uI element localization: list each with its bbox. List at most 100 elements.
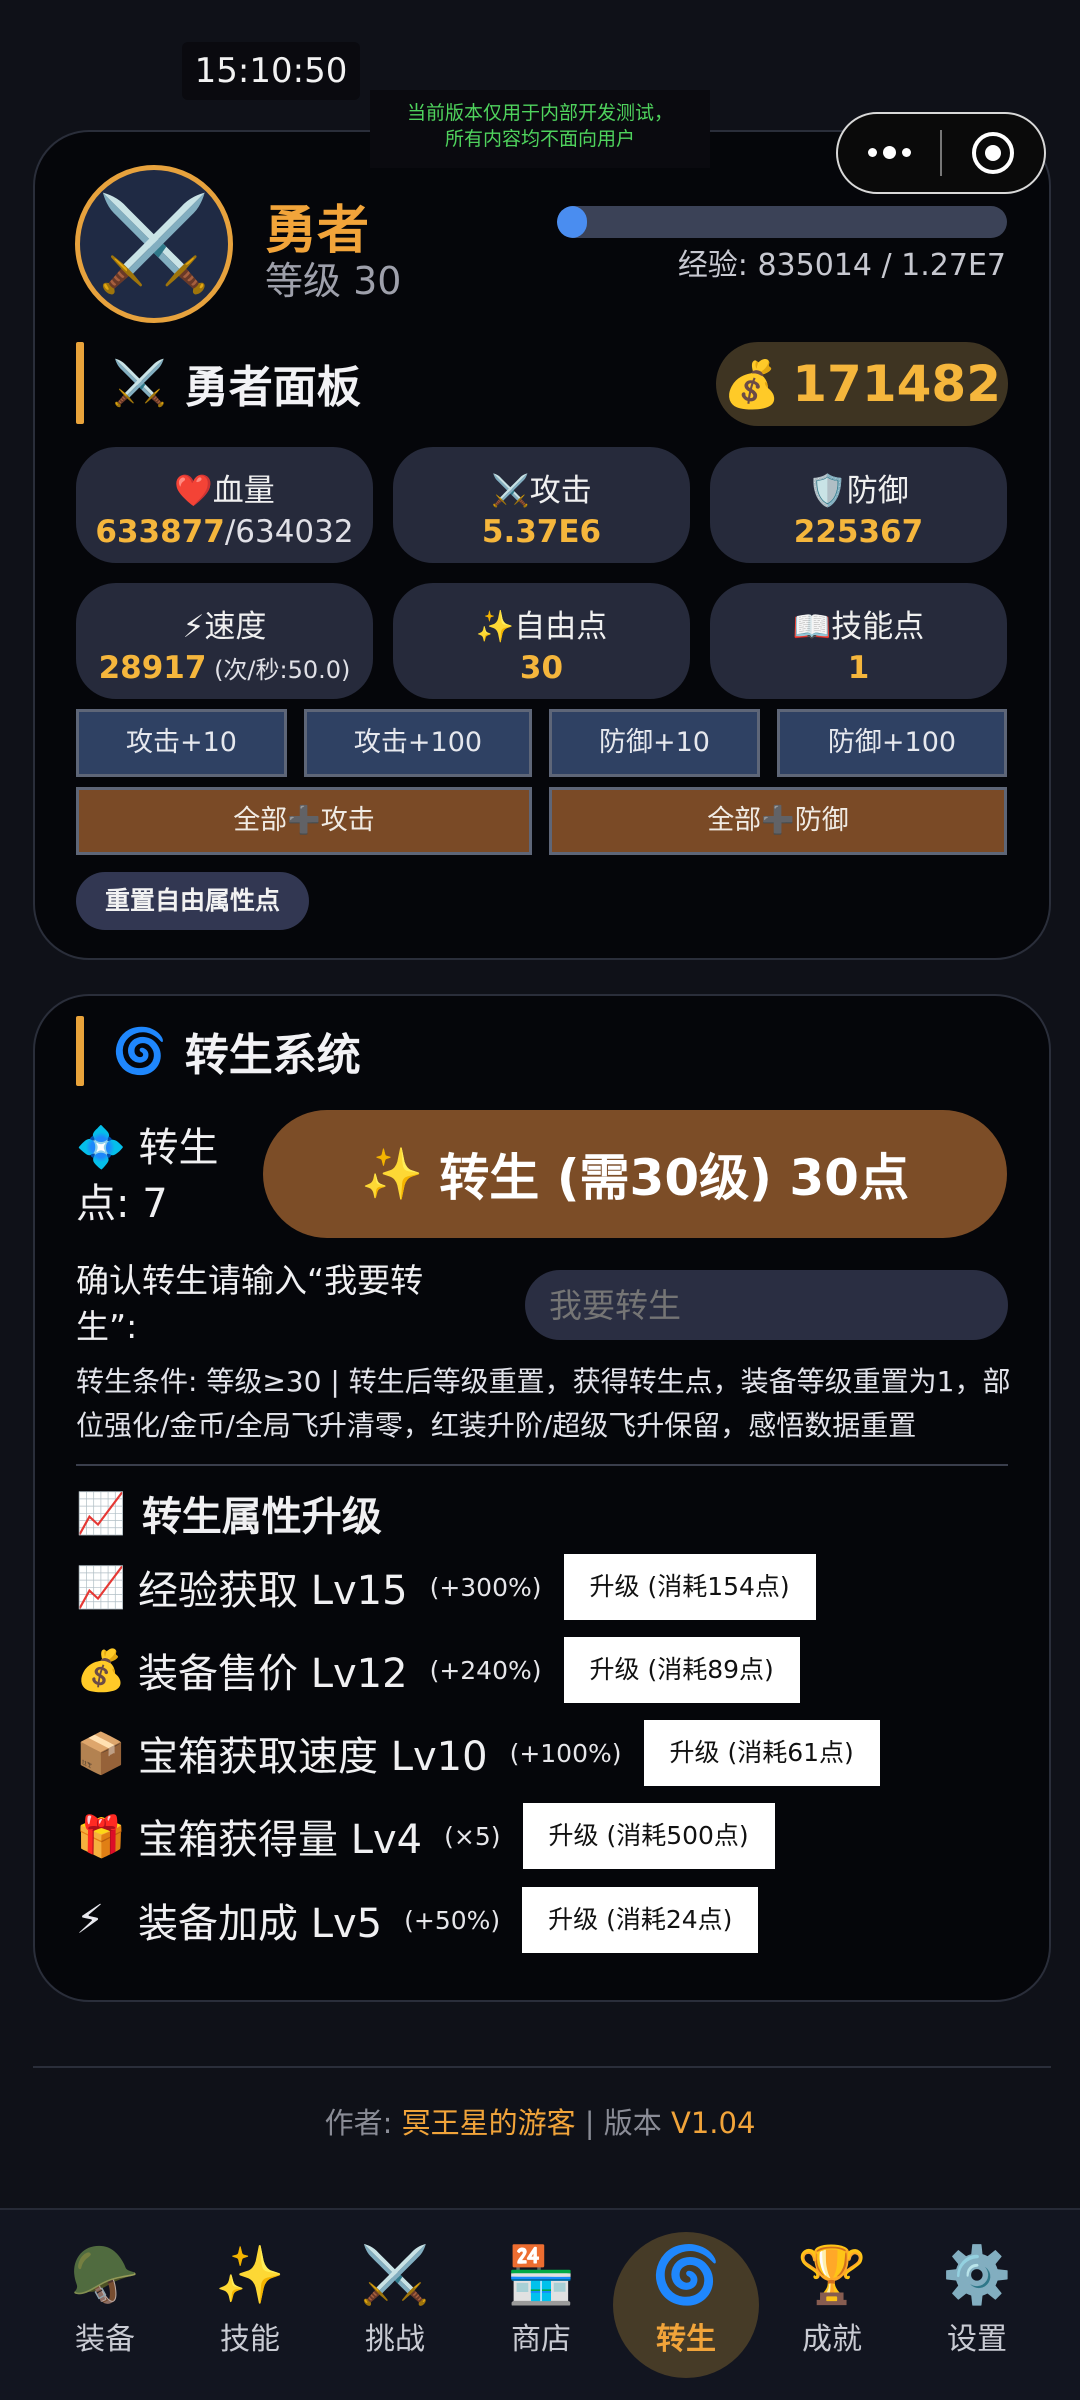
panel-header: ⚔️ 勇者面板 (76, 342, 361, 424)
tab-label: 技能 (220, 2322, 280, 2357)
hero-level: 等级 30 (265, 259, 402, 303)
stat-skill-points-label: 📖技能点 (792, 609, 925, 645)
upgrade-bonus: (+100%) (509, 1738, 622, 1768)
crossed-swords-icon: ⚔️ (360, 2243, 430, 2308)
section-accent-bar (76, 342, 84, 424)
upgrade-button[interactable]: 升级 (消耗154点) (563, 1554, 816, 1620)
tab-equipment[interactable]: 🪖 装备 (45, 2240, 165, 2358)
money-bag-icon: 💰 (722, 356, 781, 411)
all-defense-button[interactable]: 全部➕防御 (549, 787, 1007, 855)
stat-attack-label: ⚔️攻击 (491, 473, 592, 509)
upgrade-bonus: (+50%) (404, 1905, 501, 1935)
diamond-icon: 💠 (76, 1125, 126, 1171)
close-target-icon[interactable] (942, 132, 1044, 174)
tab-achievements[interactable]: 🏆 成就 (772, 2240, 892, 2358)
upgrade-button[interactable]: 升级 (消耗24点) (522, 1887, 759, 1953)
defense-plus100-button[interactable]: 防御+100 (777, 709, 1007, 777)
money-bag-icon: 💰 (76, 1647, 126, 1694)
stat-hp-max: /634032 (224, 514, 354, 550)
upgrade-button[interactable]: 升级 (消耗89点) (563, 1637, 800, 1703)
hero-avatar: ⚔️ (75, 165, 233, 323)
divider (76, 1464, 1008, 1466)
tab-skills[interactable]: ✨ 技能 (190, 2240, 310, 2358)
author-label: 作者: (324, 2106, 402, 2140)
cyclone-icon: 🌀 (651, 2243, 721, 2308)
tab-shop[interactable]: 🏪 商店 (481, 2240, 601, 2358)
gift-icon: 🎁 (76, 1813, 126, 1860)
rebirth-condition: 转生条件: 等级≥30 | 转生后等级重置，获得转生点，装备等级重置为1，部位强… (76, 1365, 1011, 1442)
upgrade-row: 💰 装备售价 Lv12 (+240%) 升级 (消耗89点) (76, 1637, 800, 1703)
rebirth-header: 🌀 转生系统 (76, 1016, 361, 1086)
upgrade-bonus: (+240%) (429, 1655, 542, 1685)
trophy-icon: 🏆 (797, 2243, 867, 2308)
exp-text: 经验: 835014 / 1.27E7 (677, 248, 1006, 283)
stat-defense-label: 🛡️防御 (808, 473, 909, 509)
upgrade-row: ⚡ 装备加成 Lv5 (+50%) 升级 (消耗24点) (76, 1887, 759, 1953)
stat-hp-value: 633877 (95, 514, 225, 550)
crossed-swords-icon: ⚔️ (96, 190, 212, 297)
section-accent-bar (76, 1016, 84, 1086)
upgrade-name: 经验获取 Lv15 (138, 1568, 408, 1614)
attack-plus100-button[interactable]: 攻击+100 (304, 709, 532, 777)
tab-label: 成就 (802, 2322, 862, 2357)
footer-divider (33, 2066, 1051, 2068)
rebirth-confirm-input[interactable] (525, 1270, 1008, 1340)
stat-free-points: ✨自由点 30 (393, 583, 690, 699)
gear-icon: ⚙️ (942, 2243, 1012, 2308)
upgrade-row: 📦 宝箱获取速度 Lv10 (+100%) 升级 (消耗61点) (76, 1720, 880, 1786)
cyclone-icon: 🌀 (112, 1026, 167, 1077)
dev-notice-line1: 当前版本仅用于内部开发测试， (406, 102, 673, 124)
stat-attack-value: 5.37E6 (481, 514, 602, 550)
rebirth-button[interactable]: ✨ 转生 (需30级) 30点 (263, 1110, 1007, 1238)
stat-attack: ⚔️攻击 5.37E6 (393, 447, 690, 563)
upgrade-bonus: (×5) (444, 1821, 501, 1851)
version-label: | 版本 (575, 2106, 672, 2140)
stat-speed-label: ⚡速度 (182, 609, 267, 645)
tab-label: 转生 (656, 2322, 716, 2357)
version-number: V1.04 (671, 2106, 756, 2140)
upgrade-button[interactable]: 升级 (消耗500点) (522, 1803, 775, 1869)
sparkles-icon: ✨ (215, 2243, 285, 2308)
tab-challenge[interactable]: ⚔️ 挑战 (335, 2240, 455, 2358)
bottom-tab-bar: 🪖 装备 ✨ 技能 ⚔️ 挑战 🏪 商店 🌀 转生 🏆 成就 ⚙️ 设置 (0, 2208, 1080, 2400)
stat-skill-points: 📖技能点 1 (710, 583, 1007, 699)
upgrade-name: 宝箱获得量 Lv4 (138, 1817, 423, 1863)
reset-free-points-button[interactable]: 重置自由属性点 (76, 872, 309, 930)
upgrade-name: 宝箱获取速度 Lv10 (138, 1734, 488, 1780)
all-attack-button[interactable]: 全部➕攻击 (76, 787, 532, 855)
miniprogram-capsule (836, 112, 1046, 194)
sparkles-icon: ✨ (361, 1144, 424, 1203)
upgrade-bonus: (+300%) (429, 1572, 542, 1602)
dev-notice: 当前版本仅用于内部开发测试， 所有内容均不面向用户 (370, 90, 710, 168)
exp-progress-bar (557, 206, 1007, 238)
tab-label: 商店 (511, 2322, 571, 2357)
more-menu-icon[interactable] (838, 145, 940, 159)
stat-hp: ❤️血量 633877/634032 (76, 447, 373, 563)
attack-plus10-button[interactable]: 攻击+10 (76, 709, 287, 777)
panel-title: 勇者面板 (184, 362, 361, 413)
upgrade-button[interactable]: 升级 (消耗61点) (643, 1720, 880, 1786)
upgrade-name: 装备售价 Lv12 (138, 1651, 408, 1697)
upgrade-name: 装备加成 Lv5 (138, 1901, 383, 1947)
stat-skill-points-value: 1 (847, 650, 870, 686)
tab-label: 装备 (75, 2322, 135, 2357)
tab-settings[interactable]: ⚙️ 设置 (917, 2240, 1037, 2358)
upgrade-header: 📈 转生属性升级 (76, 1484, 382, 1542)
stat-free-points-label: ✨自由点 (475, 609, 608, 645)
gold-amount: 171482 (792, 355, 1002, 413)
tab-rebirth[interactable]: 🌀 转生 (626, 2240, 746, 2358)
stat-defense: 🛡️防御 225367 (710, 447, 1007, 563)
stat-defense-value: 225367 (793, 514, 924, 550)
stat-speed-rate: (次/秒:50.0) (206, 656, 351, 684)
helmet-icon: 🪖 (70, 2243, 140, 2308)
footer: 作者: 冥王星的游客 | 版本 V1.04 (0, 2100, 1080, 2142)
defense-plus10-button[interactable]: 防御+10 (549, 709, 760, 777)
chart-up-icon: 📈 (76, 1564, 126, 1611)
stat-speed: ⚡速度 28917 (次/秒:50.0) (76, 583, 373, 699)
tab-label: 设置 (947, 2322, 1007, 2357)
author-name: 冥王星的游客 (401, 2106, 576, 2140)
gold-display: 💰 171482 (716, 342, 1008, 426)
status-clock: 15:10:50 (182, 42, 360, 100)
stat-speed-value: 28917 (98, 650, 207, 686)
store-icon: 🏪 (506, 2243, 576, 2308)
